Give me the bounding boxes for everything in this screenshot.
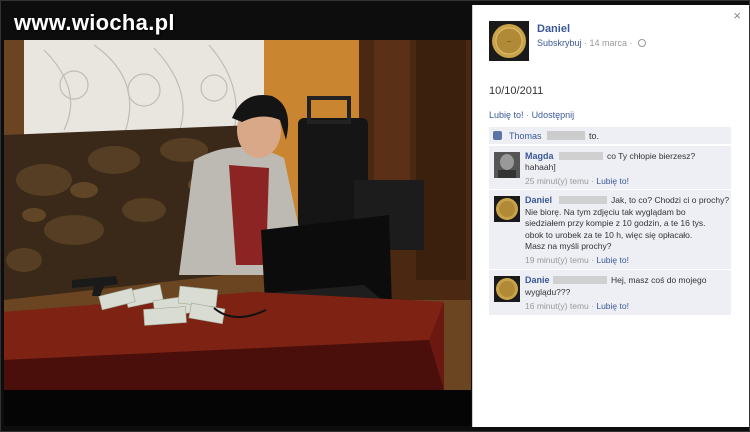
comment-like-link[interactable]: Lubię to! <box>596 176 629 186</box>
blurred-surname <box>553 276 607 284</box>
action-separator: · <box>526 110 530 120</box>
commenter-avatar[interactable] <box>494 152 520 178</box>
comment-text: Jak, to co? Chodzi ci o prochy? <box>611 195 730 205</box>
comment-like-link[interactable]: Lubię to! <box>596 301 629 311</box>
comment-text-line: obok to urobek za te 10 h, więc się opła… <box>525 229 693 240</box>
thumbs-up-icon <box>493 131 502 140</box>
comment-time: 16 minut(y) temu · <box>525 301 594 311</box>
blurred-surname <box>559 196 607 204</box>
comment-time: 25 minut(y) temu · <box>525 176 594 186</box>
comment-time: 19 minut(y) temu · <box>525 255 594 265</box>
comment-item: Danie Hej, masz coś do mojego wyglądu???… <box>489 269 731 315</box>
comment-text-cont: hahaah] <box>525 162 556 172</box>
likes-suffix: to. <box>589 131 600 141</box>
author-name[interactable]: Daniel <box>537 23 570 35</box>
post-author: ~ Daniel Subskrybuj · 14 marca · <box>489 21 729 65</box>
comment-like-link[interactable]: Lubię to! <box>596 255 629 265</box>
post-photo[interactable] <box>4 40 471 390</box>
liker-name[interactable]: Thomas <box>509 131 542 141</box>
comment-text-line: Masz na myśli prochy? <box>525 241 612 251</box>
share-link[interactable]: Udostępnij <box>532 110 575 120</box>
comment-item: Daniel Jak, to co? Chodzi ci o prochy? N… <box>489 189 731 269</box>
likes-summary: Thomas to. <box>489 127 731 145</box>
post-sidebar: × ~ Daniel Subskrybuj · 14 marca · 10/10… <box>472 5 749 427</box>
commenter-avatar[interactable] <box>494 276 520 302</box>
comment-meta: 19 minut(y) temu · Lubię to! <box>525 255 629 265</box>
post-actions: Lubię to! · Udostępnij <box>489 110 574 120</box>
globe-icon <box>638 39 647 47</box>
commenter-name[interactable]: Danie <box>525 275 550 285</box>
photo-bottom-bar <box>4 390 471 426</box>
comment-meta: 25 minut(y) temu · Lubię to! <box>525 176 629 186</box>
commenter-avatar[interactable] <box>494 196 520 222</box>
post-date: · 14 marca · <box>584 38 633 48</box>
photo-scene <box>4 40 471 390</box>
author-avatar[interactable]: ~ <box>489 21 529 61</box>
comment-text: Hej, masz coś do mojego <box>611 275 707 285</box>
blurred-name <box>547 131 585 140</box>
comment-text-line: siedziałem przy kompie z 10 godzin, a te… <box>525 218 706 228</box>
site-watermark: www.wiocha.pl <box>14 10 175 35</box>
subscribe-link[interactable]: Subskrybuj <box>537 38 582 48</box>
commenter-name[interactable]: Daniel <box>525 195 552 205</box>
comment-meta: 16 minut(y) temu · Lubię to! <box>525 301 629 311</box>
blurred-surname <box>559 152 603 160</box>
comment-text: co Ty chłopie bierzesz? <box>607 151 696 161</box>
svg-text:~: ~ <box>506 38 512 46</box>
post-text: 10/10/2011 <box>489 85 544 97</box>
author-meta: Subskrybuj · 14 marca · <box>537 38 647 48</box>
like-link[interactable]: Lubię to! <box>489 110 524 120</box>
comment-item: Magda co Ty chłopie bierzesz? hahaah] 25… <box>489 145 731 189</box>
close-icon[interactable]: × <box>733 9 741 22</box>
comment-text-line: Nie biorę. Na tym zdjęciu tak wyglądam b… <box>525 206 686 217</box>
comment-text-cont: wyglądu??? <box>525 286 571 297</box>
commenter-name[interactable]: Magda <box>525 151 554 161</box>
